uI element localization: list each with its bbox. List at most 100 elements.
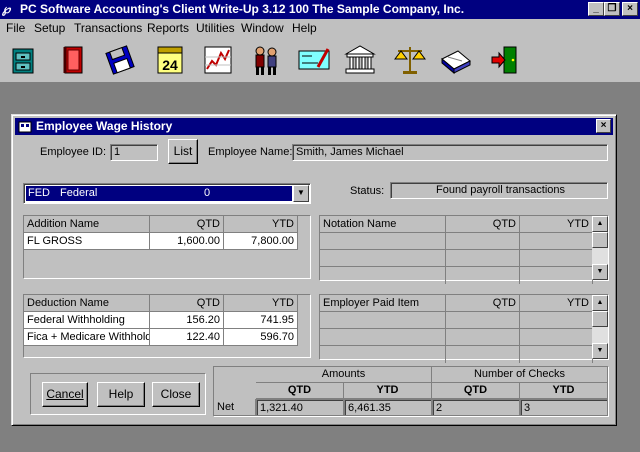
tax-select[interactable]: FED Federal 0 ▼	[23, 183, 311, 204]
employer-paid-header-name: Employer Paid Item	[320, 295, 446, 312]
employee-id-field[interactable]: 1	[110, 144, 158, 161]
notations-header-qtd: QTD	[446, 216, 520, 233]
amount-ytd-header: YTD	[344, 383, 432, 399]
net-label: Net	[214, 399, 256, 416]
table-row-cell[interactable]: FL GROSS	[24, 233, 150, 250]
table-row-cell[interactable]	[446, 233, 520, 250]
close-app-button[interactable]: ×	[622, 2, 638, 16]
bank-icon[interactable]	[342, 41, 378, 79]
chart-icon[interactable]	[200, 41, 236, 79]
button-group: Cancel Help Close	[30, 373, 206, 415]
table-row-cell[interactable]: Federal Withholding	[24, 312, 150, 329]
scroll-up-icon[interactable]: ▲	[592, 216, 608, 232]
notations-table[interactable]: Notation Name QTD YTD ▲ ▼	[319, 215, 609, 284]
table-row-cell[interactable]	[446, 329, 520, 346]
scroll-thumb[interactable]	[592, 311, 608, 327]
menu-window[interactable]: Window	[241, 21, 284, 35]
minimize-button[interactable]: _	[588, 2, 604, 16]
table-row-cell[interactable]: 741.95	[224, 312, 298, 329]
deductions-header-ytd: YTD	[224, 295, 298, 312]
wage-history-dialog: Employee Wage History × Employee ID: 1 L…	[11, 114, 617, 426]
employee-name-field[interactable]: Smith, James Michael	[292, 144, 608, 161]
book-icon[interactable]	[56, 41, 92, 79]
notations-header-name: Notation Name	[320, 216, 446, 233]
additions-header-qtd: QTD	[150, 216, 224, 233]
net-checks-qtd: 2	[432, 399, 520, 416]
table-row-cell[interactable]	[520, 250, 593, 267]
net-checks-ytd: 3	[520, 399, 608, 416]
table-row-cell[interactable]	[446, 346, 520, 363]
menu-setup[interactable]: Setup	[34, 21, 65, 35]
menu-bar: File Setup Transactions Reports Utilitie…	[0, 19, 640, 37]
table-row-cell[interactable]	[320, 267, 446, 284]
checks-ytd-header: YTD	[520, 383, 608, 399]
table-row-cell[interactable]	[520, 267, 593, 284]
ledger-icon[interactable]	[438, 41, 474, 79]
table-row-cell[interactable]	[520, 346, 593, 363]
calendar-icon[interactable]: 24	[152, 41, 188, 79]
status-label: Status:	[350, 185, 385, 197]
employee-id-label: Employee ID:	[40, 146, 107, 158]
app-title: PC Software Accounting's Client Write-Up…	[20, 2, 465, 16]
table-row-cell[interactable]	[320, 346, 446, 363]
list-button[interactable]: List	[168, 139, 198, 164]
scroll-thumb[interactable]	[592, 232, 608, 248]
employer-paid-scrollbar[interactable]: ▲ ▼	[592, 295, 608, 359]
dialog-app-icon	[18, 120, 32, 133]
table-row-cell[interactable]	[520, 233, 593, 250]
scroll-up-icon[interactable]: ▲	[592, 295, 608, 311]
amount-qtd-header: QTD	[256, 383, 344, 399]
exit-icon[interactable]	[488, 41, 524, 79]
table-row-cell[interactable]	[520, 329, 593, 346]
menu-reports[interactable]: Reports	[147, 21, 189, 35]
dialog-close-button[interactable]: ×	[596, 119, 611, 133]
table-row-cell[interactable]: 7,800.00	[224, 233, 298, 250]
additions-header-name: Addition Name	[24, 216, 150, 233]
cabinet-icon[interactable]	[6, 41, 42, 79]
table-row-cell[interactable]: 1,600.00	[150, 233, 224, 250]
cancel-button[interactable]: Cancel	[42, 382, 88, 407]
dialog-title: Employee Wage History	[36, 119, 173, 133]
employer-paid-header-ytd: YTD	[520, 295, 593, 312]
chevron-down-icon[interactable]: ▼	[293, 185, 309, 202]
people-icon[interactable]	[248, 41, 284, 79]
employer-paid-table[interactable]: Employer Paid Item QTD YTD ▲ ▼	[319, 294, 609, 363]
status-field: Found payroll transactions	[390, 182, 608, 199]
menu-transactions[interactable]: Transactions	[74, 21, 142, 35]
employee-name-label: Employee Name:	[208, 146, 293, 158]
scales-icon[interactable]	[392, 41, 428, 79]
disk-icon[interactable]	[102, 41, 138, 79]
additions-header-ytd: YTD	[224, 216, 298, 233]
deductions-table[interactable]: Deduction Name QTD YTD Federal Withholdi…	[23, 294, 311, 358]
table-row-cell[interactable]	[320, 312, 446, 329]
table-row-cell[interactable]	[446, 267, 520, 284]
table-row-cell[interactable]	[320, 233, 446, 250]
employer-paid-header-qtd: QTD	[446, 295, 520, 312]
notations-scrollbar[interactable]: ▲ ▼	[592, 216, 608, 280]
table-row-cell[interactable]	[446, 250, 520, 267]
net-amount-ytd: 6,461.35	[344, 399, 432, 416]
pc-logo-icon[interactable]: ℘	[2, 2, 18, 17]
app-title-bar: ℘ PC Software Accounting's Client Write-…	[0, 0, 640, 19]
table-row-cell[interactable]	[320, 329, 446, 346]
table-row-cell[interactable]: 122.40	[150, 329, 224, 346]
dialog-title-bar: Employee Wage History ×	[15, 118, 613, 135]
table-row-cell[interactable]: Fica + Medicare Withholding	[24, 329, 150, 346]
help-button[interactable]: Help	[97, 382, 145, 407]
table-row-cell[interactable]	[520, 312, 593, 329]
table-row-cell[interactable]: 596.70	[224, 329, 298, 346]
table-row-cell[interactable]	[320, 250, 446, 267]
scroll-down-icon[interactable]: ▼	[592, 343, 608, 359]
cancel-button-label: Cancel	[46, 387, 84, 401]
menu-utilities[interactable]: Utilities	[196, 21, 235, 35]
additions-table[interactable]: Addition Name QTD YTD FL GROSS 1,600.00 …	[23, 215, 311, 279]
restore-button[interactable]: ❐	[604, 2, 620, 16]
menu-file[interactable]: File	[6, 21, 25, 35]
table-row-cell[interactable]: 156.20	[150, 312, 224, 329]
menu-help[interactable]: Help	[292, 21, 317, 35]
table-row-cell[interactable]	[446, 312, 520, 329]
close-button[interactable]: Close	[152, 382, 200, 407]
check-icon[interactable]	[296, 41, 332, 79]
scroll-down-icon[interactable]: ▼	[592, 264, 608, 280]
calendar-day-text: 24	[162, 57, 178, 73]
